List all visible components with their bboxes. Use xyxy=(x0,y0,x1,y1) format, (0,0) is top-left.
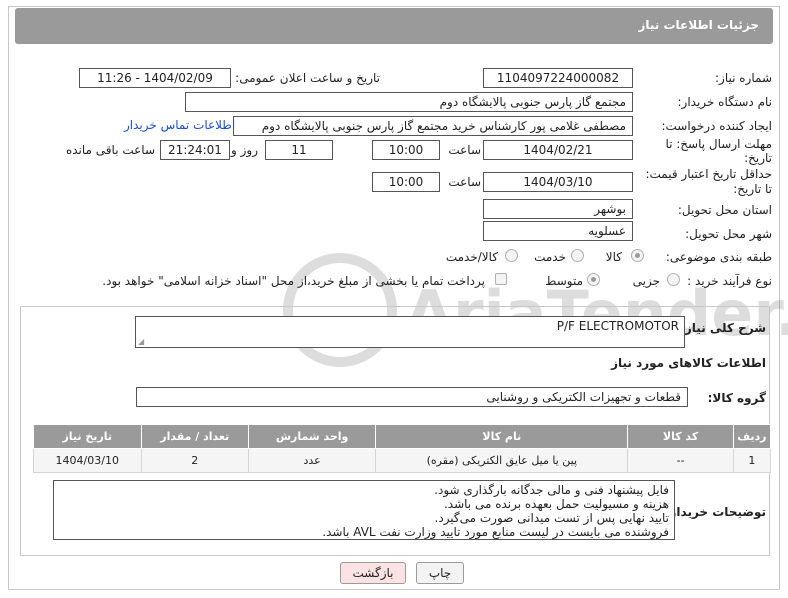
city-field: عسلویه xyxy=(483,221,633,241)
description-field: P/F ELECTROMOTOR ◢ xyxy=(135,316,685,348)
goods-table-header: ردیف کد کالا نام کالا واحد شمارش تعداد /… xyxy=(33,424,772,449)
deadline-date-field: 1404/02/21 xyxy=(483,140,633,160)
treasury-note: پرداخت تمام یا بخشی از مبلغ خرید،از محل … xyxy=(102,274,485,288)
days-label: روز و xyxy=(231,143,258,157)
process-type-label: نوع فرآیند خرید : xyxy=(687,274,772,288)
need-number-label: شماره نیاز: xyxy=(715,71,772,85)
cell-code: -- xyxy=(627,448,734,473)
cell-unit: عدد xyxy=(247,448,377,473)
goods-table: ردیف کد کالا نام کالا واحد شمارش تعداد /… xyxy=(33,424,772,473)
price-validity-label: حداقل تاریخ اعتبار قیمت: xyxy=(645,167,772,181)
description-text: P/F ELECTROMOTOR xyxy=(556,319,679,333)
city-label: شهر محل تحویل: xyxy=(685,227,772,241)
province-label: استان محل تحویل: xyxy=(677,203,772,217)
need-number-field: 1104097224000082 xyxy=(483,68,633,88)
buyer-note-line: هزینه و مسیولیت حمل بعهده برنده می باشد. xyxy=(443,497,669,511)
back-button[interactable]: بازگشت xyxy=(340,562,406,584)
col-row: ردیف xyxy=(732,424,772,449)
col-date: تاریخ نیاز xyxy=(33,424,142,449)
creator-field: مصطفی غلامی پور کارشناس خرید مجتمع گاز پ… xyxy=(233,116,633,136)
creator-label: ایجاد کننده درخواست: xyxy=(661,119,772,133)
goods-group-field: قطعات و تجهیزات الکتریکی و روشنایی xyxy=(136,387,688,407)
buyer-org-label: نام دستگاه خریدار: xyxy=(677,95,773,109)
description-label: شرح کلی نیاز: xyxy=(680,321,766,335)
deadline-label-2: تاریخ: xyxy=(744,151,772,165)
treasury-checkbox[interactable] xyxy=(495,273,507,285)
deadline-time-label: ساعت xyxy=(448,143,481,157)
buyer-notes-label: توضیحات خریدار: xyxy=(664,505,766,519)
deadline-time-field: 10:00 xyxy=(372,140,440,160)
cell-name: پین یا میل عایق الکتریکی (مقره) xyxy=(375,448,629,473)
category-radio-service[interactable] xyxy=(571,249,584,262)
buyer-notes-field: فایل پیشنهاد فنی و مالی جدگانه بارگذاری … xyxy=(53,480,675,540)
price-time-label: ساعت xyxy=(448,175,481,189)
cell-date: 1404/03/10 xyxy=(33,448,142,473)
print-button[interactable]: چاپ xyxy=(416,562,464,584)
process-radio-medium[interactable] xyxy=(587,273,600,286)
remaining-time-field: 21:24:01 xyxy=(160,140,230,160)
col-qty: تعداد / مقدار xyxy=(140,424,249,449)
province-field: بوشهر xyxy=(483,199,633,219)
days-field: 11 xyxy=(265,140,333,160)
category-radio-goods[interactable] xyxy=(631,249,644,262)
cell-qty: 2 xyxy=(140,448,249,473)
goods-group-label: گروه کالا: xyxy=(707,391,766,405)
process-option-minor: جزیی xyxy=(632,274,660,288)
resize-grip-icon[interactable]: ◢ xyxy=(138,337,144,346)
category-radio-both[interactable] xyxy=(505,249,518,262)
buyer-note-line: تایید نهایی پس از تست میدانی صورت می‌گیر… xyxy=(434,511,669,525)
announce-date-label: تاریخ و ساعت اعلان عمومی: xyxy=(235,71,380,85)
price-validity-label-2: تا تاریخ: xyxy=(733,182,772,196)
process-radio-minor[interactable] xyxy=(667,273,680,286)
category-option-service: خدمت xyxy=(534,250,566,264)
remaining-label: ساعت باقی مانده xyxy=(65,143,155,157)
cell-row: 1 xyxy=(732,448,772,473)
page-title: جزئیات اطلاعات نیاز xyxy=(638,18,759,32)
buyer-org-field: مجتمع گاز پارس جنوبی پالایشگاه دوم xyxy=(185,92,633,112)
buyer-note-line: فروشنده می بایست در لیست منابع مورد تایی… xyxy=(322,525,669,539)
process-option-medium: متوسط xyxy=(545,274,583,288)
goods-section-title: اطلاعات کالاهای مورد نیاز xyxy=(611,356,766,370)
price-time-field: 10:00 xyxy=(372,172,440,192)
table-row: 1 -- پین یا میل عایق الکتریکی (مقره) عدد… xyxy=(33,448,772,473)
buyer-contact-link[interactable]: اطلاعات تماس خریدار xyxy=(124,118,235,132)
col-unit: واحد شمارش xyxy=(247,424,377,449)
announce-date-field: 1404/02/09 - 11:26 xyxy=(79,68,231,88)
deadline-label: مهلت ارسال پاسخ: تا xyxy=(665,137,772,151)
category-option-both: کالا/خدمت xyxy=(445,250,498,264)
category-label: طبقه بندی موضوعی: xyxy=(665,250,772,264)
col-name: نام کالا xyxy=(375,424,629,449)
col-code: کد کالا xyxy=(627,424,734,449)
page-header: جزئیات اطلاعات نیاز xyxy=(15,8,773,44)
buyer-note-line: فایل پیشنهاد فنی و مالی جدگانه بارگذاری … xyxy=(434,483,669,497)
price-date-field: 1404/03/10 xyxy=(483,172,633,192)
category-option-goods: کالا xyxy=(605,250,622,264)
